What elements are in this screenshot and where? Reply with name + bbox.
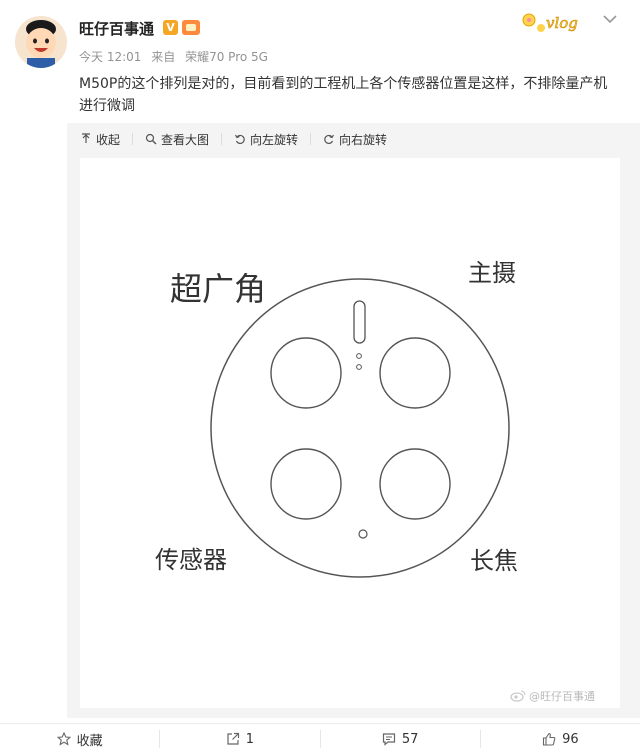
sensor-lens [270,448,342,520]
chevron-down-icon[interactable] [602,14,618,24]
collapse-up-icon [82,133,90,143]
rotate-right-icon [324,134,335,145]
label-tele: 长焦 [470,547,518,575]
watermark-text: @旺仔百事通 [529,690,595,703]
weibo-logo-icon [510,690,526,702]
tele-lens [379,448,451,520]
mic-dot-2 [356,364,362,370]
favorite-button[interactable]: 收藏 [0,730,161,749]
watermark: @旺仔百事通 [510,688,595,704]
comment-icon [382,733,395,746]
vlog-badge-icon[interactable]: vlog [520,6,584,38]
search-icon [145,133,157,145]
repost-button[interactable]: 1 [160,730,321,748]
like-count: 96 [562,731,579,747]
source-device[interactable]: 荣耀70 Pro 5G [185,50,268,64]
view-large-label: 查看大图 [161,132,210,147]
post-meta: 今天 12:01 来自 荣耀70 Pro 5G [79,48,274,65]
repost-count: 1 [245,731,255,747]
camera-sketch: 超广角 主摄 传感器 长焦 [155,259,518,578]
rotate-left-label: 向左旋转 [250,132,299,147]
rotate-right-label: 向右旋转 [339,132,388,147]
post-image[interactable]: 超广角 主摄 传感器 长焦 [80,158,620,708]
repost-icon [227,732,239,745]
collapse-label: 收起 [96,132,121,147]
vlog-badge-text: vlog [546,14,578,32]
post-text: M50P的这个排列是对的，目前看到的工程机上各个传感器位置是这样，不排除量产机进… [79,76,608,114]
source-prefix: 来自 [151,50,176,64]
thumbs-up-icon [543,732,556,746]
mic-dot-1 [356,353,362,359]
star-icon [56,732,71,746]
image-toolbar: 收起 查看大图 向左旋转 向右旋转 [80,130,411,148]
label-sensor: 传感器 [155,546,227,574]
comment-count: 57 [401,731,419,747]
flash-slot [353,300,366,344]
username[interactable]: 旺仔百事通 [79,18,154,39]
action-bar: 收藏 1 57 96 [0,723,640,754]
verified-icon: V [163,20,178,35]
post-header: 旺仔百事通 V 今天 12:01 来自 荣耀70 Pro 5G vlog M50… [0,0,640,125]
rotate-left-button[interactable]: 向左旋转 [234,132,312,147]
label-ultra-wide: 超广角 [170,270,266,308]
sensor-dot [358,529,368,539]
post-time[interactable]: 今天 12:01 [79,50,141,64]
avatar[interactable] [15,16,67,68]
main-lens [379,337,451,409]
like-button[interactable]: 96 [481,730,640,748]
comment-button[interactable]: 57 [321,730,481,748]
ultra-wide-lens [270,337,342,409]
member-badge-icon [182,20,200,35]
view-large-button[interactable]: 查看大图 [145,132,223,147]
favorite-label: 收藏 [76,733,103,749]
collapse-button[interactable]: 收起 [80,132,134,147]
avatar-illustration [15,16,67,68]
label-main: 主摄 [468,259,516,287]
rotate-left-icon [235,134,245,145]
rotate-right-button[interactable]: 向右旋转 [323,132,399,147]
